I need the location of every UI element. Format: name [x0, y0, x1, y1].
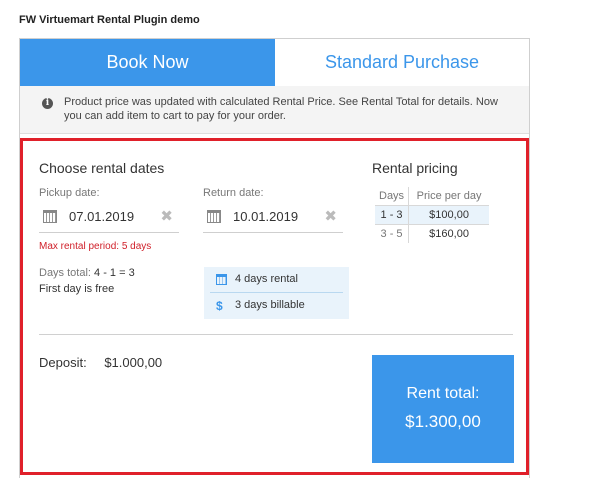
- billable-days-row: $ 3 days billable: [204, 293, 349, 318]
- max-period-warning: Max rental period: 5 days: [39, 241, 152, 252]
- pickup-date-label: Pickup date:: [39, 187, 100, 199]
- days-total-value: 4 - 1 = 3: [94, 267, 135, 279]
- billable-days-text: 3 days billable: [235, 299, 305, 311]
- calendar-icon: [207, 210, 221, 223]
- notice-text: Product price was updated with calculate…: [64, 96, 498, 122]
- table-row: 3 - 5 $160,00: [375, 224, 489, 243]
- rent-total-label: Rent total:: [406, 385, 480, 402]
- rental-widget: Book Now Standard Purchase i Product pri…: [19, 38, 530, 478]
- pricing-title: Rental pricing: [372, 160, 458, 176]
- close-icon[interactable]: ✖: [160, 207, 173, 225]
- rental-form-panel: Choose rental dates Pickup date: 07.01.2…: [20, 138, 529, 475]
- rental-summary: 4 days rental $ 3 days billable: [204, 267, 349, 319]
- tab-bar: Book Now Standard Purchase: [20, 39, 529, 87]
- return-date-value[interactable]: 10.01.2019: [233, 209, 298, 224]
- page-title: FW Virtuemart Rental Plugin demo: [19, 14, 200, 26]
- pricing-price-cell: $160,00: [429, 228, 469, 240]
- dollar-icon: $: [216, 299, 223, 313]
- rent-total-button[interactable]: Rent total: $1.300,00: [372, 355, 514, 463]
- notice-banner: i Product price was updated with calcula…: [20, 86, 529, 134]
- pricing-table: Days Price per day 1 - 3 $100,00 3 - 5 $…: [375, 187, 490, 243]
- pickup-date-field[interactable]: 07.01.2019 ✖: [39, 204, 179, 233]
- choose-dates-title: Choose rental dates: [39, 160, 165, 176]
- rental-days-text: 4 days rental: [235, 273, 298, 285]
- first-day-note: First day is free: [39, 283, 115, 295]
- close-icon[interactable]: ✖: [324, 207, 337, 225]
- pricing-header-price: Price per day: [408, 187, 490, 206]
- pricing-header-days: Days: [375, 187, 410, 206]
- pricing-header-row: Days Price per day: [375, 187, 490, 206]
- deposit-value: $1.000,00: [104, 355, 163, 370]
- pricing-days-cell: 1 - 3: [375, 205, 410, 225]
- pricing-days-cell: 3 - 5: [375, 224, 410, 243]
- rental-days-row: 4 days rental: [204, 267, 349, 292]
- pickup-date-value[interactable]: 07.01.2019: [69, 209, 134, 224]
- return-date-label: Return date:: [203, 187, 264, 199]
- rent-total-value: $1.300,00: [405, 412, 481, 431]
- deposit-label: Deposit:: [39, 355, 87, 370]
- days-total-label: Days total:: [39, 267, 91, 279]
- deposit: Deposit: $1.000,00: [39, 355, 162, 370]
- return-date-field[interactable]: 10.01.2019 ✖: [203, 204, 343, 233]
- section-divider: [39, 334, 513, 335]
- tab-book-now[interactable]: Book Now: [20, 39, 275, 86]
- tab-standard-purchase[interactable]: Standard Purchase: [275, 39, 529, 86]
- info-icon: i: [42, 98, 53, 109]
- pricing-price-cell: $100,00: [408, 205, 490, 225]
- table-row: 1 - 3 $100,00: [375, 205, 490, 225]
- calendar-icon: [43, 210, 57, 223]
- days-total: Days total: 4 - 1 = 3: [39, 265, 135, 281]
- calendar-icon: [216, 274, 227, 285]
